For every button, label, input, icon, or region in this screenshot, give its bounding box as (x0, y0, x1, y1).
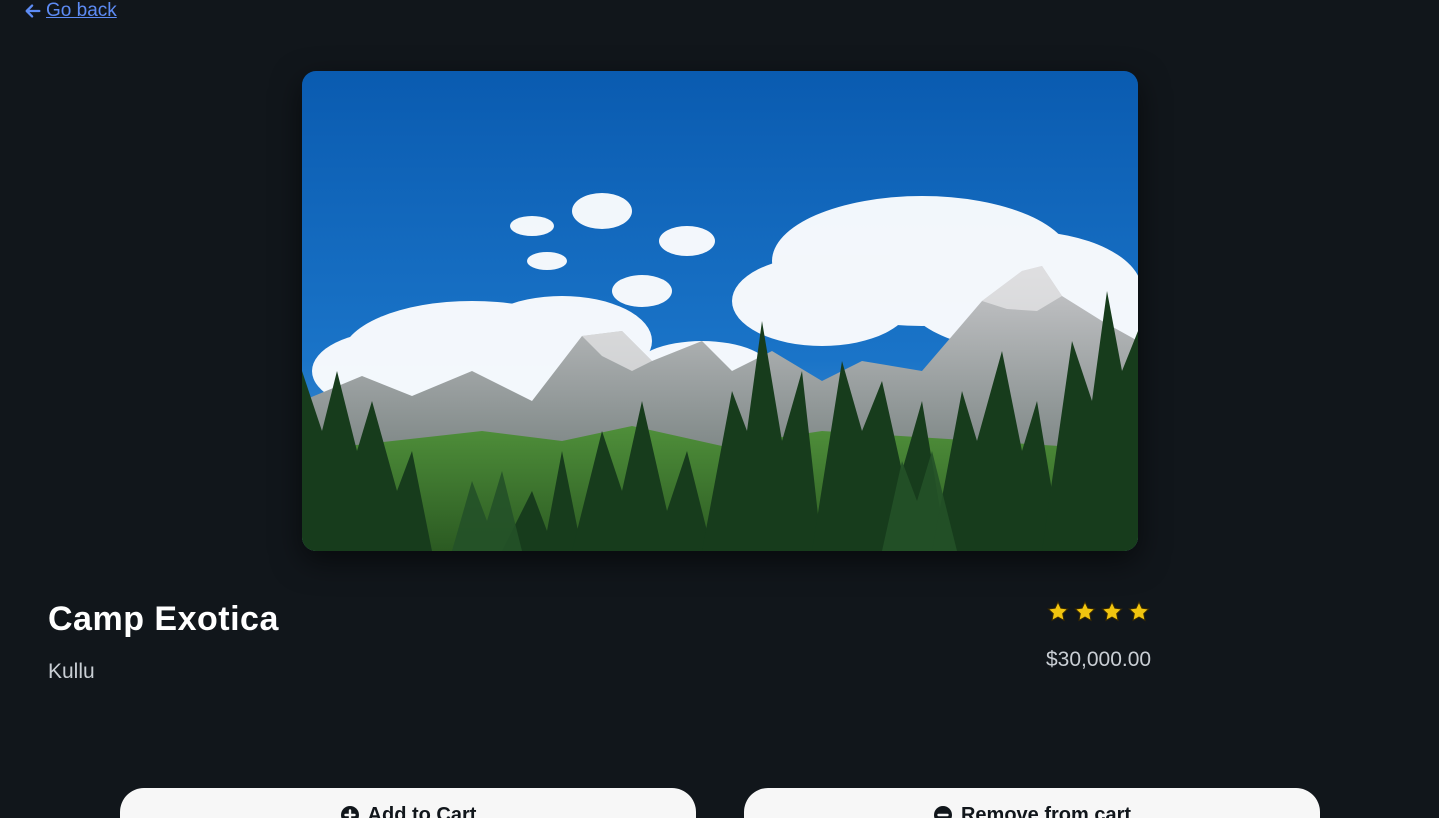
plus-circle-icon (340, 806, 359, 818)
go-back-label: Go back (46, 0, 117, 21)
star-icon (1128, 600, 1150, 622)
add-to-cart-label: Add to Cart (367, 804, 477, 818)
remove-from-cart-label: Remove from cart (960, 804, 1132, 818)
star-icon (1074, 600, 1096, 622)
remove-from-cart-button[interactable]: Remove from cart (744, 788, 1320, 818)
product-price: $30,000.00 (1046, 648, 1152, 671)
product-image (302, 71, 1138, 551)
product-title: Camp Exotica (48, 600, 279, 638)
arrow-left-icon (25, 4, 41, 18)
star-rating (1046, 600, 1151, 624)
product-page: Go back Camp Exotica Kullu $30,000.00 Ad… (0, 0, 1439, 818)
star-icon (1101, 600, 1123, 622)
star-icon (1047, 600, 1069, 622)
minus-circle-icon (933, 806, 952, 818)
go-back-link[interactable]: Go back (24, 0, 117, 22)
add-to-cart-button[interactable]: Add to Cart (120, 788, 696, 818)
product-location: Kullu (48, 660, 95, 683)
